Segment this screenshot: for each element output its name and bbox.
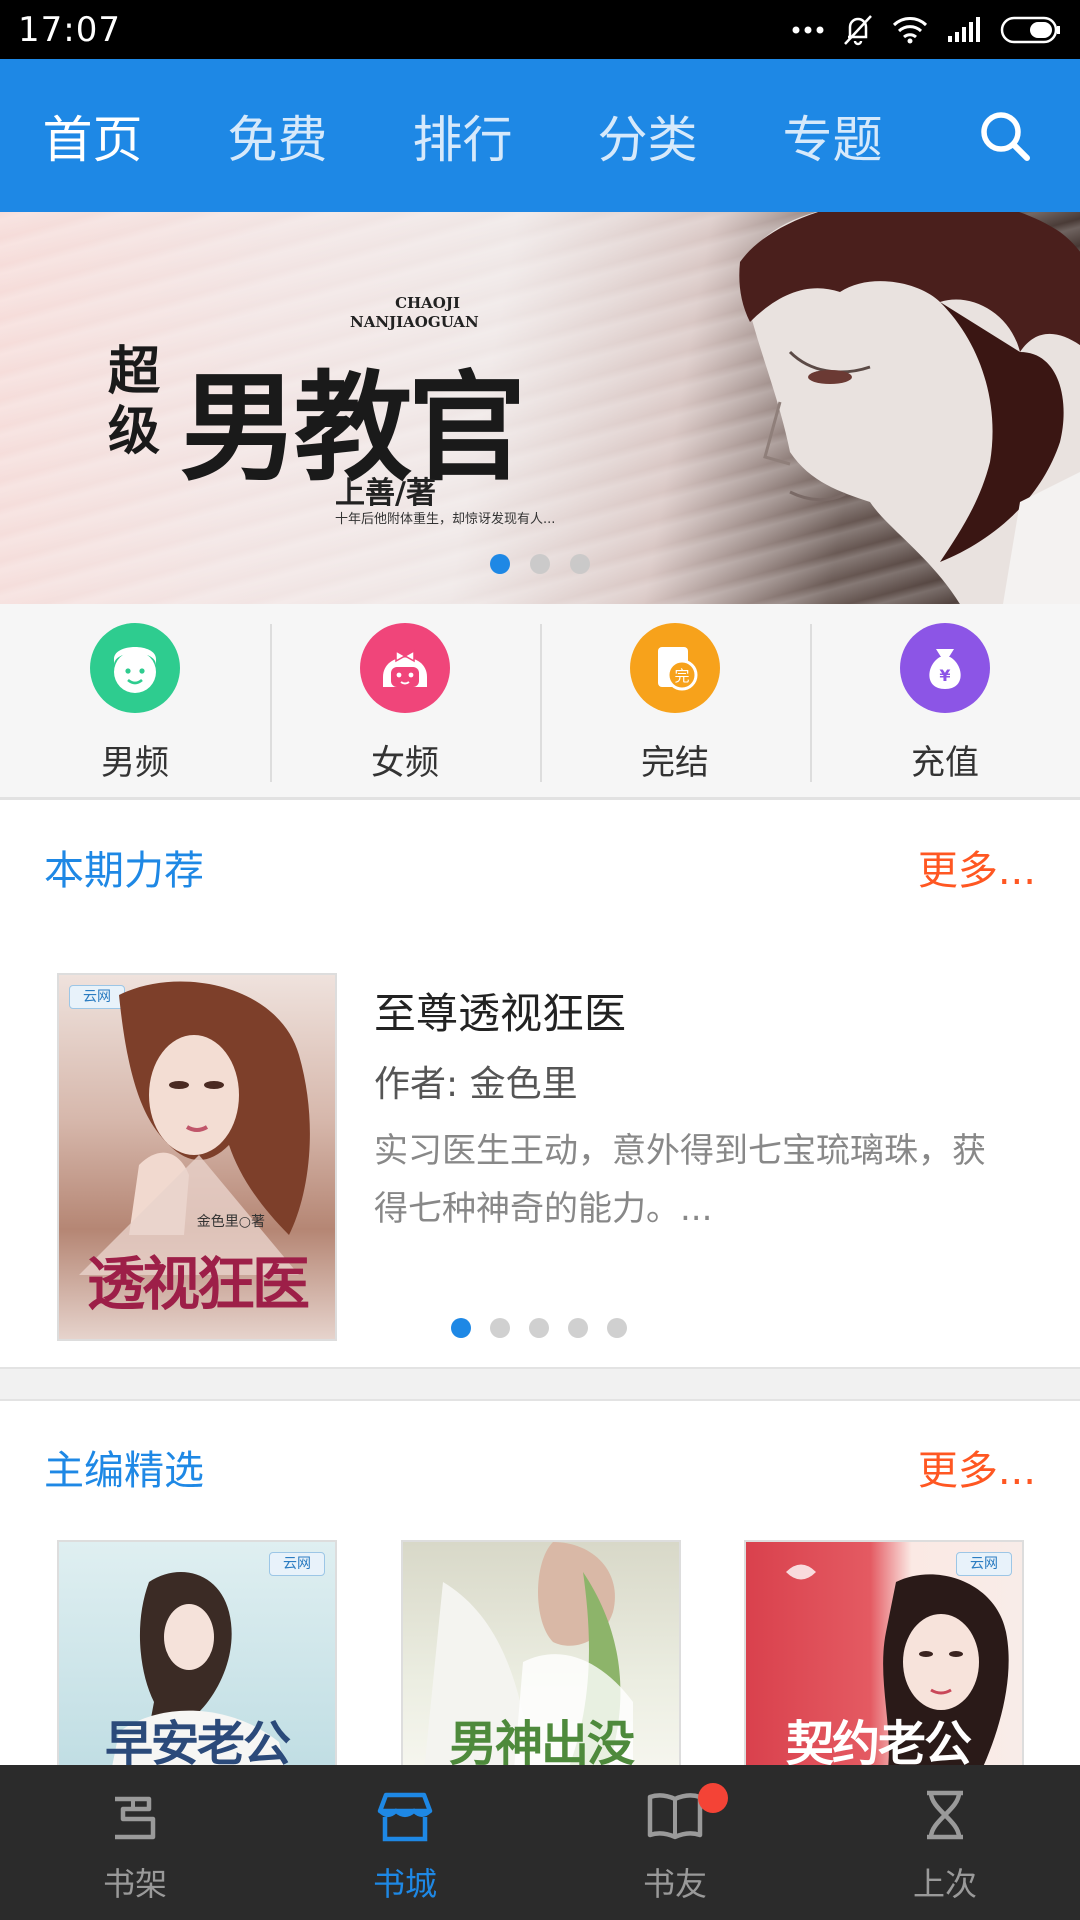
tab-home[interactable]: 首页	[0, 100, 185, 172]
book-title[interactable]: 至尊透视狂医	[374, 980, 626, 1041]
tab-ranking[interactable]: 排行	[370, 100, 555, 172]
money-bag-icon: ¥	[900, 623, 990, 713]
bottom-tab-label: 书城	[372, 1865, 437, 1903]
signal-icon	[946, 16, 982, 44]
bottom-tab-label: 书架	[102, 1865, 167, 1903]
book-cover[interactable]: 云网 契约老公	[744, 1540, 1024, 1780]
section-divider	[0, 1367, 1080, 1401]
recommend-dot[interactable]	[490, 1318, 510, 1338]
banner-pinyin-line2: NANJIAOGUAN	[350, 313, 479, 331]
bottom-tab-store[interactable]: 书城	[270, 1765, 540, 1920]
screen: 17:07 首页 免费 排行 分类 专题 超级 CHAOJI NANJIAOGU…	[0, 0, 1080, 1920]
editor-pick-list: 云网 早安老公 男神出没 云网 契约老公	[0, 1540, 1080, 1780]
banner-pagination	[490, 554, 590, 574]
book-description: 实习医生王动，意外得到七宝琉璃珠，获得七种神奇的能力。...	[374, 1131, 986, 1229]
recommend-dot[interactable]	[529, 1318, 549, 1338]
girl-face-icon	[360, 623, 450, 713]
search-button[interactable]	[930, 59, 1080, 212]
complete-book-icon: 完	[630, 623, 720, 713]
bottom-tab-label: 书友	[642, 1865, 707, 1903]
svg-text:完: 完	[674, 667, 689, 685]
store-icon	[377, 1792, 433, 1842]
cover-author: 金色里○著	[196, 1214, 265, 1230]
hourglass-icon	[927, 1790, 963, 1840]
book-cover[interactable]: 云网 金色里○著 透视狂医	[57, 973, 337, 1341]
recommend-header: 本期力荐 更多...	[0, 832, 1080, 902]
channel-female[interactable]: 女频	[270, 604, 540, 797]
tab-category[interactable]: 分类	[555, 100, 740, 172]
channel-recharge[interactable]: ¥ 充值	[810, 604, 1080, 797]
editor-pick-title: 主编精选	[44, 1448, 204, 1494]
banner-pinyin: CHAOJI NANJIAOGUAN	[350, 294, 479, 332]
status-bar: 17:07	[0, 0, 1080, 59]
channel-complete[interactable]: 完 完结	[540, 604, 810, 797]
book-cover[interactable]: 男神出没	[401, 1540, 681, 1780]
channel-label: 充值	[911, 743, 979, 783]
bottom-tab-friends[interactable]: 书友	[540, 1765, 810, 1920]
banner-dot[interactable]	[570, 554, 590, 574]
bottom-tab-label: 上次	[912, 1865, 977, 1903]
recommend-more-link[interactable]: 更多...	[918, 838, 1036, 896]
tab-topic[interactable]: 专题	[740, 100, 925, 172]
cover-title: 契约老公	[786, 1716, 972, 1772]
recommend-title: 本期力荐	[44, 848, 204, 894]
recommend-pagination	[451, 1318, 627, 1338]
banner-character-illustration	[739, 212, 1080, 604]
recommend-dot[interactable]	[451, 1318, 471, 1338]
dots-icon	[792, 25, 824, 35]
book-cover[interactable]: 云网 早安老公	[57, 1540, 337, 1780]
wifi-icon	[892, 16, 928, 44]
channel-label: 完结	[641, 743, 709, 783]
banner-pinyin-line1: CHAOJI	[395, 294, 460, 312]
banner-dot[interactable]	[490, 554, 510, 574]
editor-pick-more-link[interactable]: 更多...	[918, 1438, 1036, 1496]
banner-title-prefix: 超级	[108, 341, 161, 462]
channel-grid: 男频 女频 完 完结 ¥ 充值	[0, 604, 1080, 800]
battery-icon	[1000, 16, 1062, 44]
banner-author: 上善/著	[335, 476, 436, 511]
channel-label: 女频	[371, 743, 439, 783]
cover-title: 男神出没	[448, 1716, 635, 1772]
bottom-tab-last-read[interactable]: 上次	[810, 1765, 1080, 1920]
tab-free[interactable]: 免费	[185, 100, 370, 172]
channel-male[interactable]: 男频	[0, 604, 270, 797]
banner-carousel[interactable]: 超级 CHAOJI NANJIAOGUAN 男教官 上善/著 十年后他附体重生，…	[0, 212, 1080, 604]
open-book-icon	[647, 1793, 703, 1840]
bookshelf-icon	[115, 1796, 156, 1840]
banner-tagline: 十年后他附体重生，却惊讶发现有人...	[335, 512, 556, 527]
status-time: 17:07	[18, 9, 121, 50]
editor-pick-header: 主编精选 更多...	[0, 1432, 1080, 1502]
recommend-dot[interactable]	[607, 1318, 627, 1338]
search-icon	[981, 111, 1030, 161]
bottom-tab-bookshelf[interactable]: 书架	[0, 1765, 270, 1920]
notification-badge	[698, 1783, 728, 1813]
status-icons	[792, 13, 1062, 47]
boy-face-icon	[90, 623, 180, 713]
featured-book[interactable]: 云网 金色里○著 透视狂医 至尊透视狂医 作者: 金色里 实习医生王动，意外得到…	[0, 940, 1080, 1360]
book-author: 作者: 金色里	[374, 1064, 578, 1105]
mute-bell-icon	[842, 13, 874, 47]
recommend-dot[interactable]	[568, 1318, 588, 1338]
cover-title: 早安老公	[104, 1716, 291, 1772]
bottom-nav: 书架 书城 书友 上次	[0, 1765, 1080, 1920]
top-nav: 首页 免费 排行 分类 专题	[0, 59, 1080, 212]
banner-dot[interactable]	[530, 554, 550, 574]
cover-title: 透视狂医	[86, 1250, 310, 1318]
svg-text:¥: ¥	[939, 666, 950, 685]
channel-label: 男频	[101, 743, 169, 783]
